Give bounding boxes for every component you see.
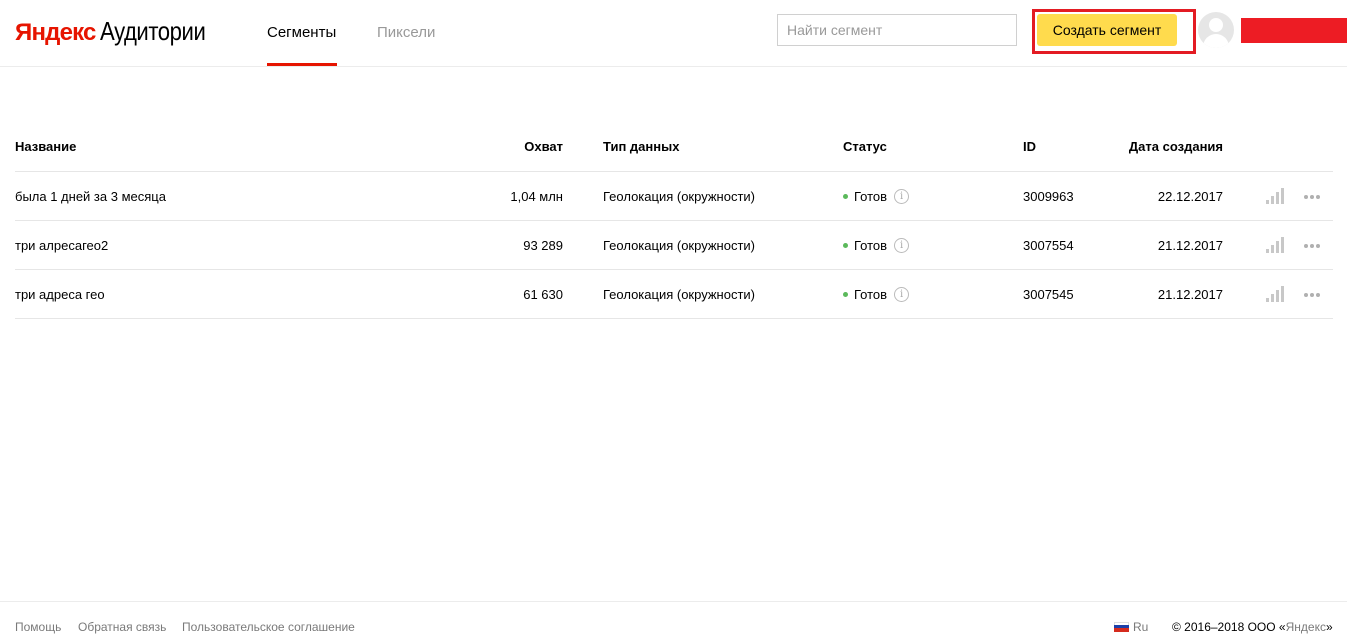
info-icon[interactable]: i	[894, 238, 910, 254]
avatar-head	[1209, 18, 1223, 32]
column-header-type[interactable]: Тип данных	[603, 138, 679, 156]
info-icon[interactable]: i	[894, 287, 910, 303]
status-dot-icon	[843, 194, 848, 200]
footer-terms-link[interactable]: Пользовательское соглашение	[182, 620, 355, 634]
segment-type: Геолокация (окружности)	[603, 189, 755, 204]
segment-type: Геолокация (окружности)	[603, 287, 755, 302]
logo[interactable]: Яндекс Аудитории	[15, 14, 224, 50]
more-icon[interactable]	[1304, 286, 1322, 302]
footer-help-link[interactable]: Помощь	[15, 620, 61, 634]
footer-feedback-link[interactable]: Обратная связь	[78, 620, 166, 634]
tab-pixels[interactable]: Пиксели	[377, 23, 435, 43]
russia-flag-icon	[1114, 621, 1129, 632]
segment-id: 3007554	[1023, 238, 1074, 253]
segment-date: 21.12.2017	[1157, 287, 1223, 302]
logo-brand: Яндекс	[15, 19, 96, 46]
status-text: Готов	[854, 287, 888, 302]
user-name-redacted[interactable]	[1241, 18, 1347, 43]
yandex-link[interactable]: Яндекс	[1286, 620, 1326, 634]
header: ЯндексАудитории Сегменты Пиксели Создать…	[0, 0, 1347, 67]
segment-type: Геолокация (окружности)	[603, 238, 755, 253]
tab-segments[interactable]: Сегменты	[267, 23, 336, 43]
search-input[interactable]	[777, 14, 1017, 46]
copyright-suffix: »	[1325, 620, 1333, 634]
more-icon[interactable]	[1304, 188, 1322, 204]
copyright-prefix: © 2016–2018 ООО «	[1172, 620, 1286, 634]
logo-product: Аудитории	[99, 16, 206, 46]
column-header-reach[interactable]: Охват	[524, 138, 563, 156]
status-text: Готов	[854, 238, 888, 253]
segment-id: 3007545	[1023, 287, 1074, 302]
status-dot-icon	[843, 243, 848, 249]
segment-reach: 1,04 млн	[510, 189, 563, 204]
table-row[interactable]: три адреса гео 61 630 Геолокация (окружн…	[15, 270, 1333, 319]
segment-status: Готов i	[843, 286, 910, 304]
avatar[interactable]	[1198, 12, 1234, 48]
segment-status: Готов i	[843, 188, 910, 206]
segment-name[interactable]: была 1 дней за 3 месяца	[15, 188, 166, 206]
segment-date: 21.12.2017	[1157, 238, 1223, 253]
status-text: Готов	[854, 189, 888, 204]
segment-date: 22.12.2017	[1157, 189, 1223, 204]
status-dot-icon	[843, 292, 848, 298]
segment-reach: 61 630	[523, 287, 563, 302]
info-icon[interactable]: i	[894, 189, 910, 205]
chart-icon[interactable]	[1266, 237, 1284, 253]
column-header-status[interactable]: Статус	[843, 138, 887, 156]
segment-name[interactable]: три адреса гео	[15, 286, 105, 304]
segment-status: Готов i	[843, 237, 910, 255]
create-segment-button[interactable]: Создать сегмент	[1037, 14, 1177, 46]
column-header-id[interactable]: ID	[1023, 138, 1036, 156]
segment-name[interactable]: три алресагео2	[15, 237, 108, 255]
footer: Помощь Обратная связь Пользовательское с…	[0, 601, 1347, 641]
chart-icon[interactable]	[1266, 286, 1284, 302]
column-header-name[interactable]: Название	[15, 138, 76, 156]
column-header-date[interactable]: Дата создания	[1129, 138, 1223, 156]
segment-id: 3009963	[1023, 189, 1074, 204]
table-header: Название Охват Тип данных Статус ID Дата…	[15, 123, 1333, 172]
more-icon[interactable]	[1304, 237, 1322, 253]
avatar-body	[1203, 34, 1229, 48]
language-switcher[interactable]: Ru	[1114, 620, 1148, 634]
active-tab-indicator	[267, 63, 337, 66]
table-row[interactable]: была 1 дней за 3 месяца 1,04 млн Геолока…	[15, 172, 1333, 221]
language-label: Ru	[1133, 620, 1149, 634]
table-row[interactable]: три алресагео2 93 289 Геолокация (окружн…	[15, 221, 1333, 270]
chart-icon[interactable]	[1266, 188, 1284, 204]
copyright: © 2016–2018 ООО «Яндекс»	[1172, 620, 1333, 634]
segment-reach: 93 289	[523, 238, 563, 253]
segments-table: Название Охват Тип данных Статус ID Дата…	[15, 123, 1333, 319]
